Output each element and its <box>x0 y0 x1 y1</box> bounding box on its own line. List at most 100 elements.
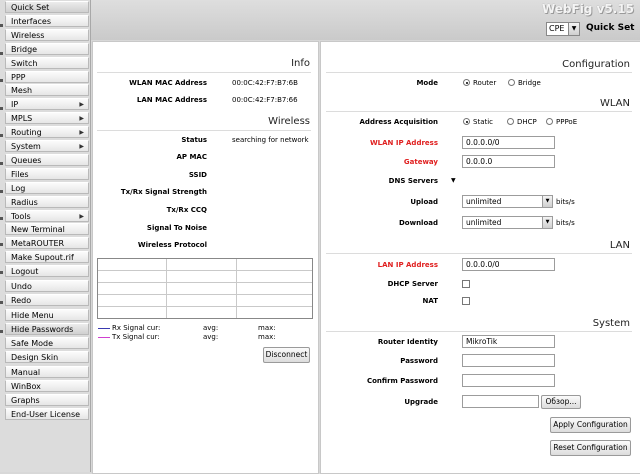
menu-separator-mark <box>0 24 3 27</box>
sidebar-item[interactable]: Manual <box>5 366 89 378</box>
browse-button[interactable]: Обзор... <box>541 395 581 409</box>
rx-signal-legend: Rx Signal cur: <box>112 324 161 332</box>
wlan-ip-input[interactable]: 0.0.0.0/0 <box>462 136 555 149</box>
menu-separator-mark <box>0 52 3 55</box>
sidebar-item[interactable]: Routing ▶ <box>5 126 89 139</box>
upgrade-label: Upgrade <box>404 398 438 406</box>
sidebar-item[interactable]: Graphs <box>5 393 89 406</box>
sidebar-item[interactable]: End-User License <box>5 407 89 420</box>
lan-section-title: LAN <box>609 240 630 251</box>
sidebar-item[interactable]: Hide Passwords <box>5 322 89 335</box>
dhcp-server-checkbox[interactable] <box>462 280 470 288</box>
wlan-ip-label: WLAN IP Address <box>369 139 438 147</box>
divider <box>326 253 632 254</box>
gateway-input[interactable]: 0.0.0.0 <box>462 155 555 168</box>
sidebar-item[interactable]: Design Skin <box>5 350 89 363</box>
chevron-down-icon[interactable]: ▼ <box>568 23 579 35</box>
wireless-protocol-label: Wireless Protocol <box>137 241 207 249</box>
dns-servers-label: DNS Servers <box>388 177 438 185</box>
sidebar-item[interactable]: Radius <box>5 195 89 208</box>
download-units: bits/s <box>556 219 575 227</box>
upload-select[interactable]: unlimited ▼ <box>462 195 553 208</box>
sidebar-item[interactable]: Quick Set <box>5 1 89 13</box>
sidebar-item[interactable]: Interfaces <box>5 14 89 27</box>
sidebar-item[interactable]: System ▶ <box>5 140 89 152</box>
upload-select-value: unlimited <box>466 197 502 206</box>
upgrade-file-input[interactable] <box>462 395 539 408</box>
sidebar-item[interactable]: Bridge <box>5 42 89 55</box>
lan-ip-input[interactable]: 0.0.0.0/0 <box>462 258 555 271</box>
wlan-mac-value: 00:0C:42:F7:B7:6B <box>232 79 298 87</box>
sidebar-item[interactable]: IP ▶ <box>5 98 89 111</box>
sidebar-item[interactable]: Wireless <box>5 28 89 41</box>
reset-configuration-button[interactable]: Reset Configuration <box>550 440 631 456</box>
download-select[interactable]: unlimited ▼ <box>462 216 553 229</box>
router-identity-input[interactable]: MikroTik <box>462 335 555 348</box>
sidebar-item[interactable]: Log <box>5 181 89 194</box>
sidebar-item[interactable]: Redo <box>5 293 89 306</box>
confirm-password-input[interactable] <box>462 374 555 387</box>
password-input[interactable] <box>462 354 555 367</box>
sidebar-item[interactable]: MPLS ▶ <box>5 112 89 125</box>
dns-expand-icon[interactable]: ▼ <box>451 177 456 184</box>
acq-pppoe-label: PPPoE <box>556 118 578 126</box>
sidebar-item[interactable]: Undo <box>5 280 89 292</box>
lan-mac-value: 00:0C:42:F7:B7:66 <box>232 96 298 104</box>
wireless-section-title: Wireless <box>268 116 310 127</box>
sidebar-item-label: End-User License <box>11 409 81 419</box>
signal-noise-label: Signal To Noise <box>146 224 207 232</box>
signal-strength-label: Tx/Rx Signal Strength <box>120 188 207 196</box>
sidebar-item[interactable]: Logout <box>5 265 89 278</box>
sidebar-item[interactable]: Safe Mode <box>5 336 89 349</box>
ccq-label: Tx/Rx CCQ <box>166 206 207 214</box>
sidebar-item[interactable]: Files <box>5 167 89 180</box>
brand-title: WebFig v5.15 <box>541 2 634 16</box>
dhcp-server-label: DHCP Server <box>387 280 438 288</box>
acq-dhcp-radio[interactable] <box>507 118 514 125</box>
sidebar-item-label: Routing <box>11 128 42 138</box>
apply-configuration-button[interactable]: Apply Configuration <box>550 417 631 433</box>
sidebar-item[interactable]: New Terminal <box>5 223 89 236</box>
sidebar-item[interactable]: Switch <box>5 56 89 69</box>
sidebar-item[interactable]: WinBox <box>5 379 89 392</box>
sidebar-item-label: Bridge <box>11 44 38 54</box>
chevron-down-icon[interactable]: ▼ <box>542 217 552 228</box>
mode-bridge-label: Bridge <box>518 79 541 87</box>
lan-mac-label: LAN MAC Address <box>136 96 207 104</box>
download-label: Download <box>398 219 438 227</box>
mode-bridge-radio[interactable] <box>508 79 515 86</box>
chevron-right-icon: ▶ <box>79 129 84 137</box>
divider <box>326 331 632 332</box>
sidebar-item[interactable]: Make Supout.rif <box>5 251 89 264</box>
menu-separator-mark <box>0 271 3 274</box>
mode-select[interactable]: CPE ▼ <box>546 22 580 36</box>
sidebar-item[interactable]: Queues <box>5 153 89 166</box>
sidebar-item[interactable]: MetaROUTER <box>5 237 89 250</box>
sidebar-item-label: Tools <box>11 211 31 221</box>
lan-ip-label: LAN IP Address <box>377 261 438 269</box>
nat-checkbox[interactable] <box>462 297 470 305</box>
sidebar-item[interactable]: Tools ▶ <box>5 209 89 222</box>
divider <box>326 72 632 73</box>
sidebar-item-label: MPLS <box>11 114 33 124</box>
acq-pppoe-radio[interactable] <box>546 118 553 125</box>
sidebar-item[interactable]: Mesh <box>5 84 89 97</box>
menu-separator-mark <box>0 190 3 193</box>
disconnect-button[interactable]: Disconnect <box>263 347 310 363</box>
chevron-down-icon[interactable]: ▼ <box>542 196 552 207</box>
tx-avg-label: avg: <box>203 333 219 341</box>
sidebar-item-label: Quick Set <box>11 3 50 12</box>
nat-label: NAT <box>422 297 438 305</box>
mode-router-radio[interactable] <box>463 79 470 86</box>
divider <box>97 130 311 131</box>
sidebar-item[interactable]: Hide Menu <box>5 309 89 321</box>
sidebar-item[interactable]: PPP <box>5 70 89 83</box>
sidebar-item-label: IP <box>11 100 19 110</box>
acq-static-radio[interactable] <box>463 118 470 125</box>
graph-gridline <box>98 294 312 295</box>
rx-max-label: max: <box>258 324 276 332</box>
sidebar-item-label: Graphs <box>11 395 40 405</box>
sidebar-menu: Quick Set Interfaces Wireless Bridge Switch P… <box>0 0 91 472</box>
gateway-label: Gateway <box>403 158 438 166</box>
tx-signal-legend: Tx Signal cur: <box>112 333 160 341</box>
